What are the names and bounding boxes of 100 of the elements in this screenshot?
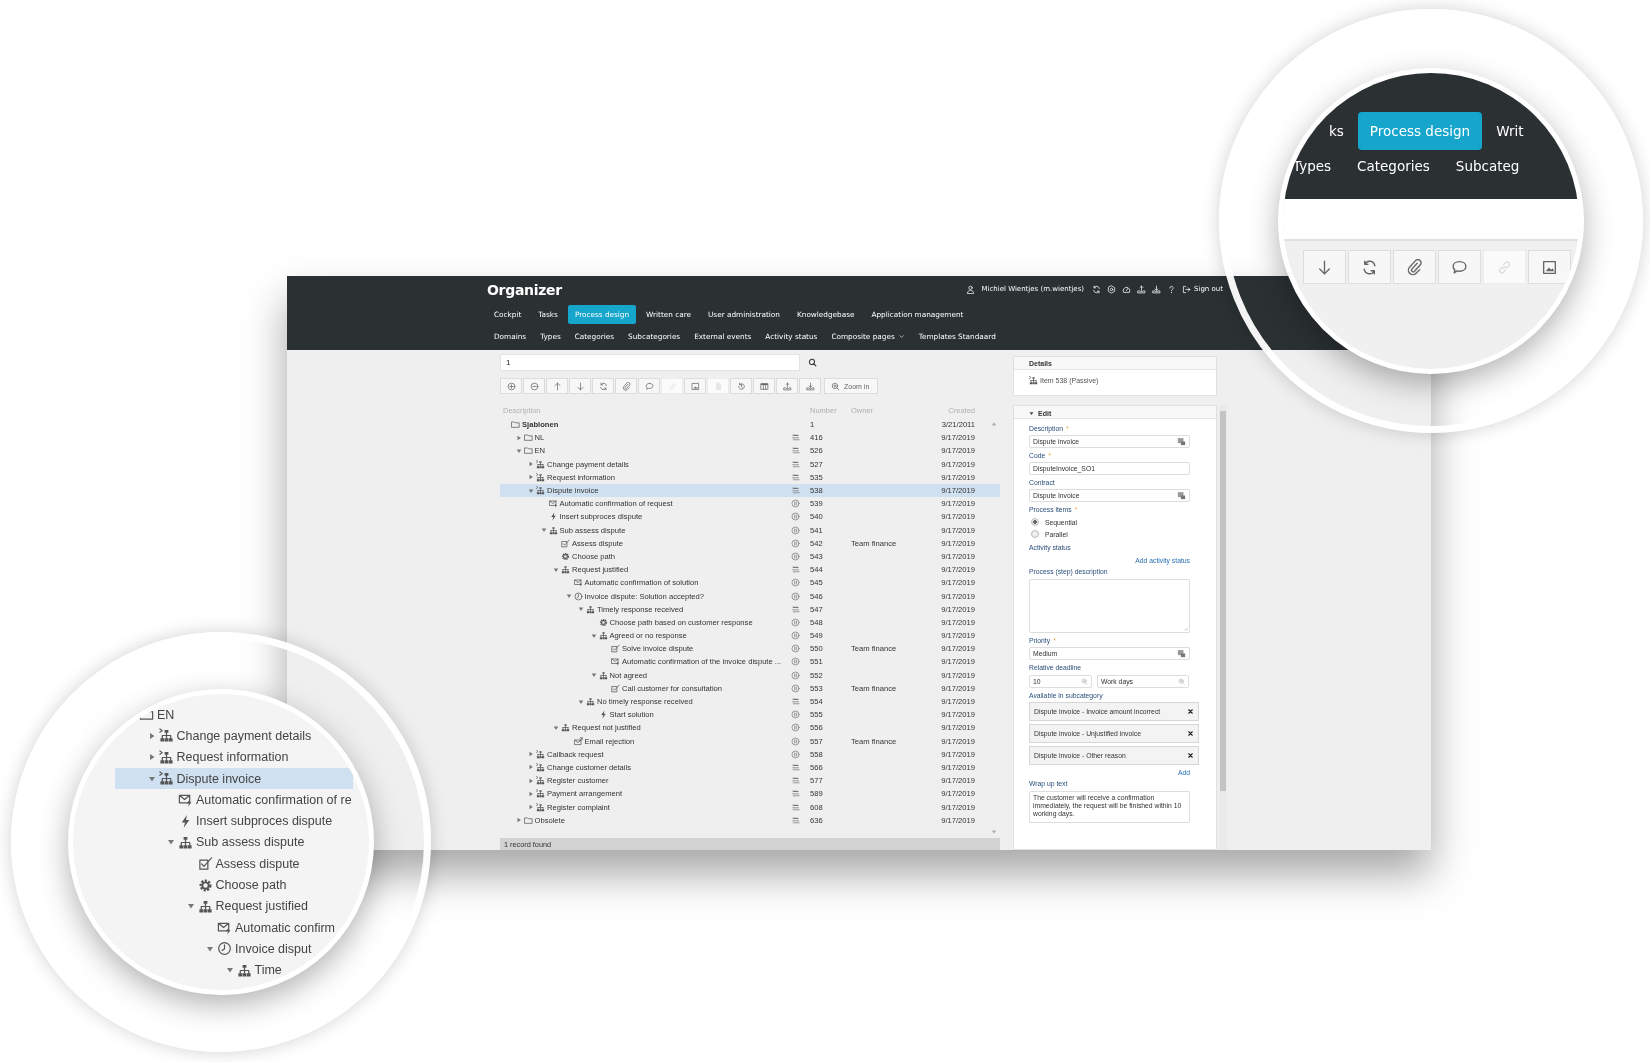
expand-caret-icon[interactable] (528, 461, 534, 468)
toolbar-button[interactable] (1528, 250, 1571, 284)
toolbar-button[interactable] (1393, 250, 1436, 284)
expand-caret-icon[interactable] (167, 838, 175, 847)
tree-row[interactable]: Automatic confirmation of re (115, 789, 353, 811)
expand-caret-icon[interactable] (528, 777, 534, 784)
expand-caret-icon[interactable] (578, 698, 584, 705)
expand-caret-icon[interactable] (528, 474, 534, 481)
tree-row[interactable]: Dispute invoice (115, 767, 353, 790)
toolbar-button[interactable] (592, 378, 614, 394)
tree-row[interactable]: Assess dispute (115, 853, 353, 875)
toolbar-button[interactable] (1303, 250, 1346, 284)
radio-button[interactable] (1031, 530, 1039, 538)
expand-caret-icon[interactable] (147, 774, 156, 783)
expand-caret-icon[interactable] (147, 731, 156, 740)
expand-caret-icon[interactable] (515, 447, 522, 454)
expand-caret-icon[interactable] (578, 606, 584, 613)
toolbar-button[interactable] (753, 378, 775, 394)
checkbox-icon (611, 683, 620, 693)
search-icon[interactable] (808, 357, 817, 367)
folder-icon (523, 815, 533, 825)
expand-caret-icon[interactable] (553, 566, 559, 573)
expand-caret-icon[interactable] (528, 804, 534, 811)
list-lookup-icon[interactable] (1177, 649, 1186, 658)
tree-row[interactable]: EN (115, 704, 353, 726)
toolbar-button[interactable] (730, 378, 752, 394)
toolbar-button[interactable] (615, 378, 637, 394)
toolbar-button[interactable] (684, 378, 706, 394)
user-icon (966, 284, 976, 294)
image-icon (690, 381, 700, 391)
tree-row[interactable]: Request justified (115, 895, 353, 917)
subnav-tab[interactable]: Categories (1357, 158, 1430, 174)
expand-caret-icon[interactable] (186, 902, 195, 911)
toolbar-button[interactable] (523, 378, 545, 394)
tree-row[interactable]: Insert subproces dispute (115, 810, 353, 832)
resize-grip-icon[interactable] (1182, 625, 1188, 631)
pause-circle-icon (791, 591, 800, 601)
toolbar-button[interactable] (500, 378, 522, 394)
expand-caret-icon[interactable] (528, 764, 534, 771)
item-name: Request justified (215, 899, 308, 914)
nav-tab[interactable]: Writ (1496, 123, 1524, 139)
download-icon[interactable] (1152, 284, 1162, 294)
expand-caret-icon[interactable] (225, 966, 234, 975)
toolbar-button[interactable] (776, 378, 798, 394)
close-icon[interactable] (1187, 752, 1194, 759)
item-name: EN (157, 707, 175, 722)
speech-bubble-icon (644, 381, 654, 391)
download-icon (805, 381, 815, 391)
scroll-up-icon[interactable] (991, 421, 997, 427)
item-name: Change payment details (176, 728, 312, 743)
toolbar-button[interactable] (799, 378, 821, 394)
pause-circle-icon (791, 710, 800, 720)
expand-caret-icon[interactable] (147, 753, 156, 762)
tree-row[interactable]: Sub assess dispute (115, 831, 353, 854)
expand-caret-icon[interactable] (590, 632, 597, 639)
tree-row[interactable]: Choose path (115, 874, 353, 896)
expand-caret-icon[interactable] (540, 527, 547, 534)
zoom-in-icon (831, 381, 840, 391)
scrollbar[interactable] (1219, 405, 1227, 850)
subnav-tab[interactable]: Types (1293, 158, 1332, 174)
tree-row[interactable]: Automatic confirm (115, 916, 353, 939)
gauge-icon[interactable] (1122, 284, 1132, 294)
tree-row[interactable]: Request information (115, 746, 353, 768)
expand-caret-icon[interactable] (565, 593, 572, 600)
radio-button[interactable] (1031, 518, 1039, 526)
hierarchy-icon (598, 670, 608, 680)
list-lookup-icon[interactable] (1177, 437, 1186, 446)
toolbar-button[interactable] (1438, 250, 1481, 284)
close-icon[interactable] (1187, 730, 1194, 737)
scroll-down-icon[interactable] (991, 828, 997, 835)
pause-circle-icon (791, 683, 800, 693)
collapse-caret-icon[interactable] (1029, 411, 1034, 416)
expand-caret-icon[interactable] (528, 790, 534, 797)
close-icon[interactable] (1187, 708, 1194, 715)
tree-row[interactable]: Change payment details (115, 725, 353, 747)
subnav-tab[interactable]: Subcateg (1455, 158, 1520, 174)
tree-row[interactable]: Invoice disput (115, 938, 353, 960)
item-name: Automatic confirmation of re (196, 792, 352, 807)
columns-icon (759, 381, 769, 391)
nav-tab[interactable]: ks (1329, 123, 1344, 139)
toolbar-button[interactable] (1348, 250, 1391, 284)
card-stack-icon (791, 433, 800, 443)
upload-icon[interactable] (1137, 284, 1147, 294)
card-stack-icon (791, 486, 800, 496)
expand-caret-icon[interactable] (206, 944, 214, 953)
hierarchy-icon (598, 631, 608, 641)
settings-icon[interactable] (1107, 284, 1117, 294)
search-field[interactable]: 1 (500, 353, 800, 371)
tree-row[interactable]: Time (115, 959, 353, 981)
expand-caret-icon[interactable] (515, 434, 522, 441)
refresh-icon[interactable] (1092, 284, 1102, 294)
envelope-icon (548, 499, 558, 509)
expand-caret-icon[interactable] (515, 817, 522, 824)
expand-caret-icon[interactable] (590, 672, 597, 679)
list-lookup-icon[interactable] (1177, 491, 1186, 500)
pause-circle-icon (791, 736, 800, 746)
expand-caret-icon[interactable] (528, 751, 534, 758)
expand-caret-icon[interactable] (528, 487, 534, 494)
expand-caret-icon[interactable] (553, 724, 559, 731)
help-icon[interactable] (1167, 284, 1177, 294)
